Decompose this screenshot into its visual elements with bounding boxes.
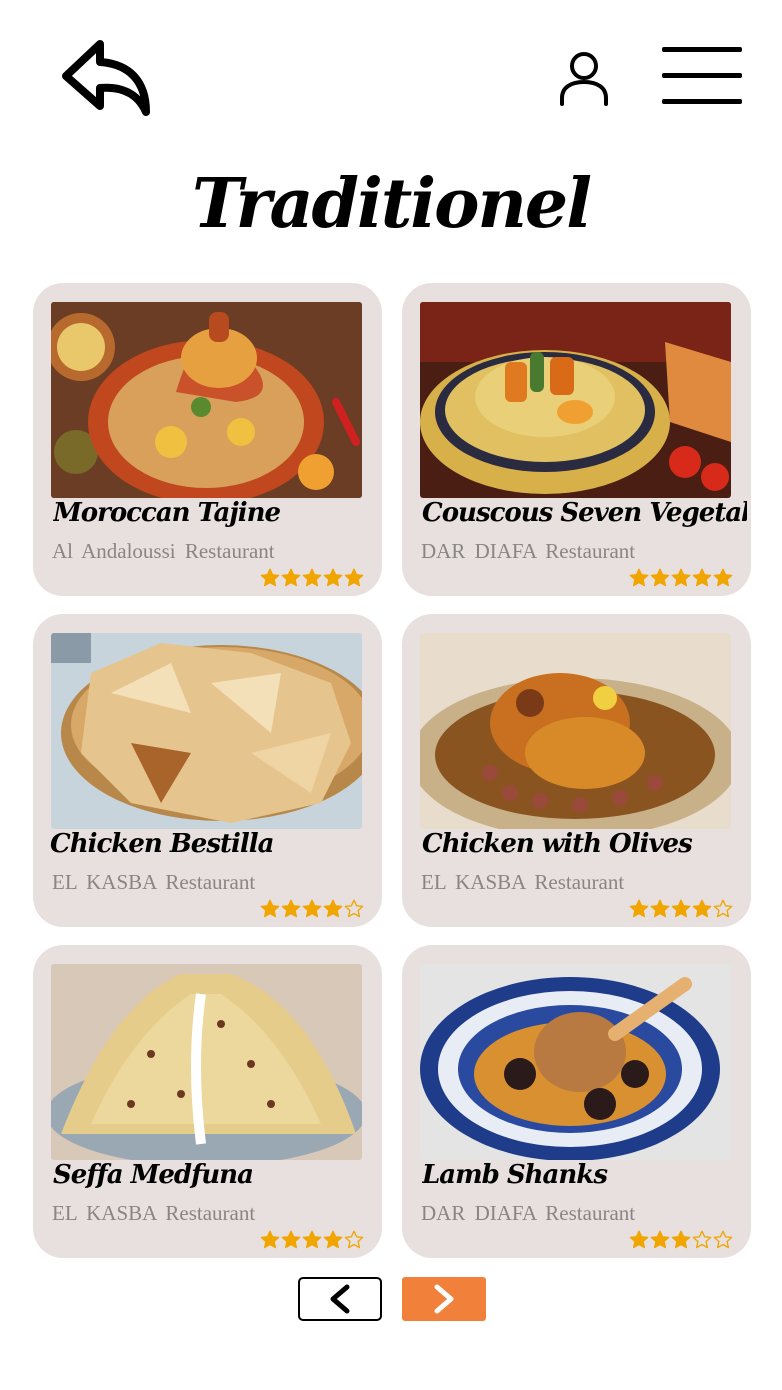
dish-name[interactable]: Chicken Bestilla (50, 829, 375, 859)
star-empty-icon (713, 899, 733, 919)
chevron-left-icon (330, 1284, 350, 1314)
dish-card[interactable]: Chicken Bestilla EL KASBA Restaurant (33, 614, 382, 927)
previous-page-button[interactable] (298, 1277, 382, 1321)
star-filled-icon (281, 568, 301, 588)
star-filled-icon (650, 899, 670, 919)
chevron-right-icon (434, 1284, 454, 1314)
star-empty-icon (713, 1230, 733, 1250)
star-filled-icon (629, 1230, 649, 1250)
bestilla-photo[interactable] (51, 633, 362, 829)
restaurant-name: EL KASBA Restaurant (52, 1201, 256, 1225)
star-filled-icon (692, 899, 712, 919)
hamburger-menu-icon (662, 47, 742, 104)
couscous-photo[interactable] (420, 302, 731, 498)
seffa-photo[interactable] (51, 964, 362, 1160)
page-title: Traditionel (191, 164, 592, 244)
star-filled-icon (260, 568, 280, 588)
star-filled-icon (323, 568, 343, 588)
chicken-olives-photo[interactable] (420, 633, 731, 829)
dish-card[interactable]: Seffa Medfuna EL KASBA Restaurant (33, 945, 382, 1258)
star-filled-icon (629, 899, 649, 919)
rating-stars (629, 899, 733, 919)
restaurant-name: DAR DIAFA Restaurant (421, 1201, 636, 1225)
star-filled-icon (692, 568, 712, 588)
lamb-shanks-photo[interactable] (420, 964, 731, 1160)
dish-name[interactable]: Moroccan Tajine (53, 498, 378, 528)
menu-button[interactable] (658, 44, 746, 108)
star-filled-icon (281, 1230, 301, 1250)
rating-stars (260, 568, 364, 588)
star-filled-icon (323, 899, 343, 919)
restaurant-name: DAR DIAFA Restaurant (421, 539, 636, 563)
reply-arrow-icon (62, 40, 150, 116)
dish-card[interactable]: Couscous Seven Vegetables DAR DIAFA Rest… (402, 283, 751, 596)
star-filled-icon (302, 899, 322, 919)
user-profile-button[interactable] (556, 50, 612, 110)
back-button[interactable] (60, 36, 152, 118)
user-icon (560, 52, 608, 106)
dish-card[interactable]: Moroccan Tajine Al Andaloussi Restaurant (33, 283, 382, 596)
star-empty-icon (344, 899, 364, 919)
star-filled-icon (713, 568, 733, 588)
dish-name[interactable]: Couscous Seven Vegetables (422, 498, 747, 528)
dish-card[interactable]: Lamb Shanks DAR DIAFA Restaurant (402, 945, 751, 1258)
star-filled-icon (671, 568, 691, 588)
restaurant-name: Al Andaloussi Restaurant (52, 539, 275, 563)
dish-card[interactable]: Chicken with Olives EL KASBA Restaurant (402, 614, 751, 927)
star-filled-icon (323, 1230, 343, 1250)
rating-stars (260, 899, 364, 919)
star-filled-icon (302, 1230, 322, 1250)
star-filled-icon (281, 899, 301, 919)
dish-name[interactable]: Lamb Shanks (422, 1160, 747, 1190)
next-page-button[interactable] (402, 1277, 486, 1321)
star-filled-icon (650, 568, 670, 588)
star-empty-icon (344, 1230, 364, 1250)
star-filled-icon (302, 568, 322, 588)
star-filled-icon (260, 1230, 280, 1250)
star-filled-icon (629, 568, 649, 588)
star-empty-icon (692, 1230, 712, 1250)
dish-name[interactable]: Chicken with Olives (422, 829, 747, 859)
star-filled-icon (260, 899, 280, 919)
star-filled-icon (671, 1230, 691, 1250)
star-filled-icon (671, 899, 691, 919)
restaurant-name: EL KASBA Restaurant (421, 870, 625, 894)
star-filled-icon (650, 1230, 670, 1250)
rating-stars (629, 1230, 733, 1250)
star-filled-icon (344, 568, 364, 588)
rating-stars (629, 568, 733, 588)
restaurant-name: EL KASBA Restaurant (52, 870, 256, 894)
dish-name[interactable]: Seffa Medfuna (53, 1160, 378, 1190)
tajine-photo[interactable] (51, 302, 362, 498)
rating-stars (260, 1230, 364, 1250)
